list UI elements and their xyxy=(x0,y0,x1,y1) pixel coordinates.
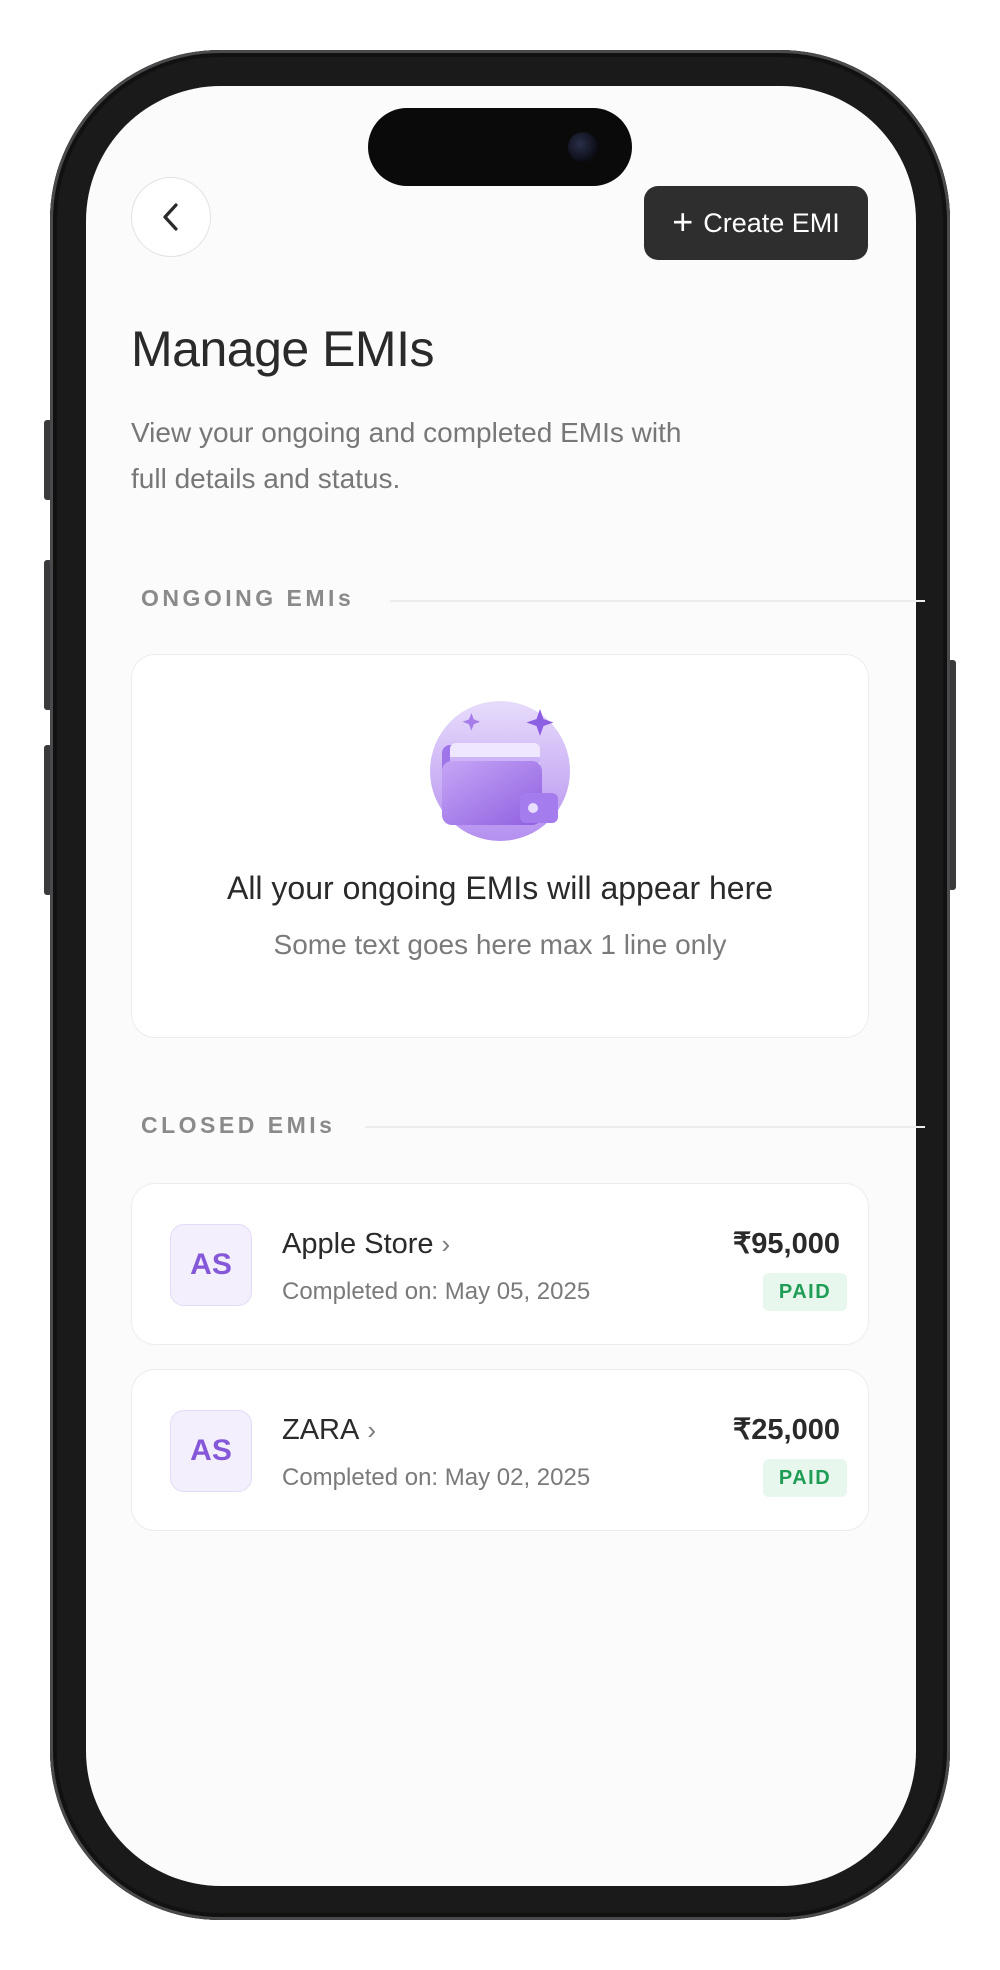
device-stage: + Create EMI Manage EMIs View your ongoi… xyxy=(0,0,1000,1970)
completed-date: Completed on: May 02, 2025 xyxy=(282,1464,591,1491)
merchant-avatar: AS xyxy=(170,1410,252,1492)
camera-lens xyxy=(568,132,598,162)
completed-date: Completed on: May 05, 2025 xyxy=(282,1278,591,1305)
create-emi-button[interactable]: + Create EMI xyxy=(644,186,868,260)
back-button[interactable] xyxy=(131,177,211,257)
plus-icon: + xyxy=(672,200,694,242)
closed-section-divider xyxy=(365,1126,925,1128)
dynamic-island xyxy=(368,108,632,186)
merchant-name: ZARA xyxy=(282,1414,360,1446)
paid-status-badge: PAID xyxy=(763,1459,847,1497)
empty-state-title: All your ongoing EMIs will appear here xyxy=(226,870,774,906)
closed-section-label: CLOSED EMIs xyxy=(141,1112,336,1138)
merchant-name-link[interactable]: ZARA › xyxy=(282,1414,376,1447)
emi-amount: ₹25,000 xyxy=(732,1414,840,1446)
page-title: Manage EMIs xyxy=(131,321,434,377)
ongoing-section-divider xyxy=(390,600,925,602)
create-emi-label: Create EMI xyxy=(703,207,840,238)
chevron-right-icon: › xyxy=(367,1415,377,1445)
wallet-card-illustration xyxy=(430,701,570,841)
ongoing-section-label: ONGOING EMIs xyxy=(141,585,355,611)
paid-status-badge: PAID xyxy=(763,1273,847,1311)
page-subtitle: View your ongoing and completed EMIs wit… xyxy=(131,417,682,494)
emi-amount: ₹95,000 xyxy=(732,1228,840,1260)
empty-state-subtitle: Some text goes here max 1 line only xyxy=(273,929,727,960)
merchant-avatar: AS xyxy=(170,1224,252,1306)
merchant-name-link[interactable]: Apple Store › xyxy=(282,1228,450,1261)
merchant-name: Apple Store xyxy=(282,1228,434,1260)
back-arrow-icon xyxy=(163,203,178,231)
chevron-right-icon: › xyxy=(441,1229,451,1259)
